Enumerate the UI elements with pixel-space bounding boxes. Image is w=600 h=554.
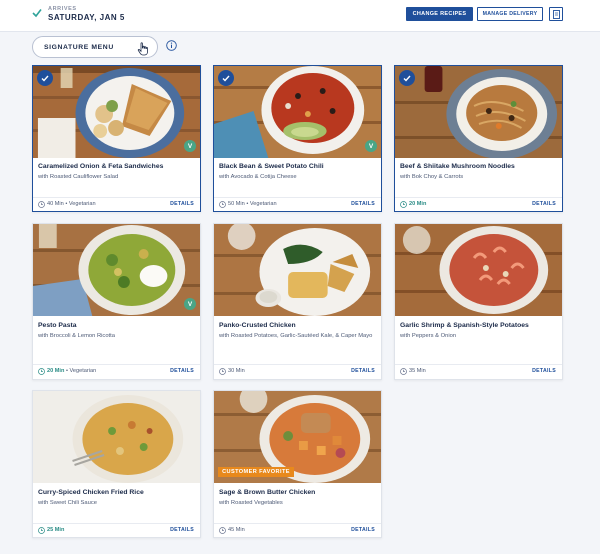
recipe-time: 35 Min — [409, 368, 426, 374]
details-link[interactable]: DETAILS — [351, 527, 375, 533]
clock-icon — [400, 368, 407, 375]
details-link[interactable]: DETAILS — [532, 201, 556, 207]
recipe-title: Beef & Shiitake Mushroom Noodles — [400, 163, 515, 170]
recipe-card[interactable]: V Black Bean & Sweet Potato Chili with A… — [213, 65, 382, 212]
menu-selector[interactable]: SIGNATURE MENU — [32, 36, 158, 58]
recipe-title: Pesto Pasta — [38, 322, 77, 329]
details-link[interactable]: DETAILS — [351, 201, 375, 207]
recipe-title: Curry-Spiced Chicken Fried Rice — [38, 489, 144, 496]
recipe-title: Panko-Crusted Chicken — [219, 322, 296, 329]
details-link[interactable]: DETAILS — [170, 527, 194, 533]
recipe-subtitle: with Sweet Chili Sauce — [38, 500, 97, 506]
clock-icon — [400, 201, 407, 208]
recipe-time: 25 Min — [47, 527, 65, 533]
document-button[interactable] — [549, 7, 563, 21]
recipe-footer: 40 Min • Vegetarian DETAILS — [33, 197, 200, 209]
recipe-time: 30 Min — [228, 368, 245, 374]
recipe-subtitle: with Roasted Potatoes, Garlic-Sautéed Ka… — [219, 333, 373, 339]
recipe-time: 45 Min — [228, 527, 245, 533]
clock-icon — [38, 527, 45, 534]
clock-icon — [219, 527, 226, 534]
recipe-subtitle: with Roasted Cauliflower Salad — [38, 174, 119, 180]
vegetarian-badge-icon: V — [184, 140, 196, 152]
change-recipes-button[interactable]: CHANGE RECIPES — [406, 7, 473, 21]
vegetarian-badge-icon: V — [365, 140, 377, 152]
arrives-date: SATURDAY, JAN 5 — [48, 13, 125, 22]
menu-selector-label: SIGNATURE MENU — [44, 44, 114, 51]
recipe-footer: 20 Min • Vegetarian DETAILS — [33, 364, 200, 376]
recipe-card[interactable]: CUSTOMER FAVORITE Sage & Brown Butter Ch… — [213, 390, 382, 538]
recipe-card[interactable]: Curry-Spiced Chicken Fried Rice with Swe… — [32, 390, 201, 538]
recipe-photo — [214, 224, 381, 316]
recipe-subtitle: with Broccoli & Lemon Ricotta — [38, 333, 116, 339]
recipe-card[interactable]: V Caramelized Onion & Feta Sandwiches wi… — [32, 65, 201, 212]
check-icon — [32, 9, 42, 18]
vegetarian-badge-icon: V — [184, 298, 196, 310]
recipe-card[interactable]: Beef & Shiitake Mushroom Noodles with Bo… — [394, 65, 563, 212]
recipe-time: 40 Min • Vegetarian — [47, 201, 96, 207]
top-bar: ARRIVES SATURDAY, JAN 5 CHANGE RECIPES M… — [0, 0, 600, 32]
recipe-footer: 50 Min • Vegetarian DETAILS — [214, 197, 381, 209]
selected-check-icon — [37, 70, 53, 86]
recipe-subtitle: with Roasted Vegetables — [219, 500, 283, 506]
recipe-card[interactable]: Panko-Crusted Chicken with Roasted Potat… — [213, 223, 382, 380]
recipe-title: Black Bean & Sweet Potato Chili — [219, 163, 324, 170]
recipe-footer: 30 Min DETAILS — [214, 364, 381, 376]
clock-icon — [38, 368, 45, 375]
recipe-title: Garlic Shrimp & Spanish-Style Potatoes — [400, 322, 529, 329]
recipe-time: 20 Min — [409, 201, 427, 207]
clock-icon — [38, 201, 45, 208]
selected-check-icon — [399, 70, 415, 86]
recipe-subtitle: with Peppers & Onion — [400, 333, 457, 339]
arrives-label: ARRIVES — [48, 6, 77, 12]
details-link[interactable]: DETAILS — [532, 368, 556, 374]
selected-check-icon — [218, 70, 234, 86]
recipe-photo — [214, 66, 381, 158]
recipe-title: Sage & Brown Butter Chicken — [219, 489, 316, 496]
details-link[interactable]: DETAILS — [170, 368, 194, 374]
recipe-photo — [33, 391, 200, 483]
recipe-footer: 25 Min DETAILS — [33, 523, 200, 535]
recipe-photo — [395, 224, 562, 316]
info-icon[interactable] — [166, 40, 177, 51]
customer-favorite-badge: CUSTOMER FAVORITE — [218, 467, 294, 477]
clock-icon — [219, 201, 226, 208]
recipe-card[interactable]: V Pesto Pasta with Broccoli & Lemon Rico… — [32, 223, 201, 380]
manage-delivery-button[interactable]: MANAGE DELIVERY — [477, 7, 543, 21]
recipe-time: 50 Min • Vegetarian — [228, 201, 277, 207]
document-icon — [552, 9, 560, 19]
hand-cursor-icon — [137, 42, 148, 56]
recipe-photo — [395, 66, 562, 158]
recipe-card[interactable]: Garlic Shrimp & Spanish-Style Potatoes w… — [394, 223, 563, 380]
recipe-time: 20 Min • Vegetarian — [47, 368, 97, 374]
recipe-title: Caramelized Onion & Feta Sandwiches — [38, 163, 164, 170]
recipe-subtitle: with Avocado & Cotija Cheese — [219, 174, 297, 180]
recipe-subtitle: with Bok Choy & Carrots — [400, 174, 464, 180]
recipe-footer: 20 Min DETAILS — [395, 197, 562, 209]
recipe-photo — [33, 66, 200, 158]
details-link[interactable]: DETAILS — [351, 368, 375, 374]
recipe-photo — [33, 224, 200, 316]
recipe-footer: 45 Min DETAILS — [214, 523, 381, 535]
recipe-footer: 35 Min DETAILS — [395, 364, 562, 376]
details-link[interactable]: DETAILS — [170, 201, 194, 207]
clock-icon — [219, 368, 226, 375]
